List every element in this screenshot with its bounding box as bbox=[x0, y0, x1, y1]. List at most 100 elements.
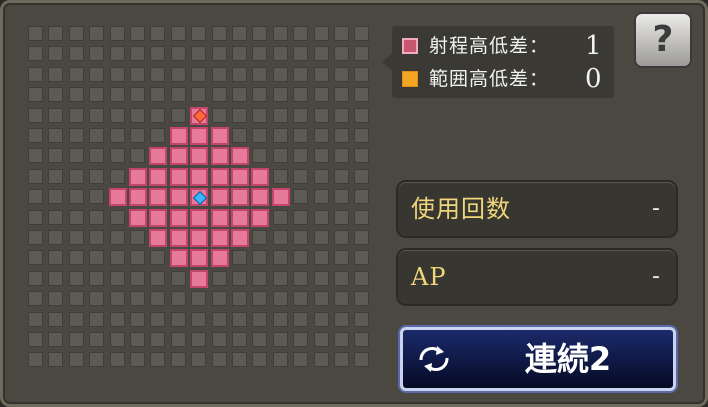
grid-tile bbox=[232, 26, 247, 41]
area-height-value: 0 bbox=[585, 64, 602, 94]
grid-tile bbox=[272, 26, 288, 41]
grid-tile bbox=[109, 352, 125, 368]
range-tile bbox=[129, 167, 147, 186]
grid-tile bbox=[354, 291, 370, 307]
grid-tile bbox=[252, 291, 268, 307]
grid-tile bbox=[293, 148, 309, 164]
grid-tile bbox=[109, 46, 125, 62]
grid-tile bbox=[130, 352, 145, 368]
grid-tile bbox=[48, 250, 64, 266]
chain-button[interactable]: 連続2 bbox=[400, 327, 676, 391]
grid-tile bbox=[48, 107, 64, 123]
grid-tile bbox=[232, 87, 247, 103]
grid-tile bbox=[313, 352, 329, 368]
range-tile bbox=[169, 249, 188, 268]
grid-tile bbox=[232, 332, 247, 347]
grid-tile bbox=[109, 26, 125, 41]
grid-tile bbox=[354, 128, 370, 143]
height-legend: 射程高低差： 1 範囲高低差： 0 bbox=[382, 26, 614, 98]
grid-tile bbox=[109, 107, 125, 123]
grid-tile bbox=[109, 270, 125, 286]
range-tile bbox=[129, 208, 147, 227]
grid-tile bbox=[109, 250, 125, 266]
range-height-label: 射程高低差： bbox=[429, 35, 550, 57]
grid-tile bbox=[89, 148, 105, 164]
grid-tile bbox=[150, 311, 166, 327]
grid-tile bbox=[293, 189, 309, 205]
grid-tile bbox=[334, 26, 349, 41]
grid-tile bbox=[252, 26, 268, 41]
grid-tile bbox=[28, 311, 43, 327]
range-tile bbox=[210, 208, 229, 227]
grid-tile bbox=[232, 250, 247, 266]
range-tile bbox=[210, 229, 229, 247]
grid-tile bbox=[334, 352, 349, 368]
range-tile bbox=[231, 208, 249, 227]
grid-tile bbox=[28, 107, 43, 123]
grid-tile bbox=[272, 291, 288, 307]
grid-tile bbox=[272, 332, 288, 347]
grid-tile bbox=[28, 209, 43, 225]
grid-tile bbox=[232, 311, 247, 327]
grid-tile bbox=[354, 46, 370, 62]
grid-tile bbox=[89, 311, 105, 327]
grid-tile bbox=[354, 332, 370, 347]
usage-count-label: 使用回数 bbox=[411, 195, 511, 223]
grid-tile bbox=[293, 46, 309, 62]
grid-tile bbox=[109, 209, 125, 225]
usage-count-row: 使用回数 - bbox=[396, 180, 678, 238]
grid-tile bbox=[48, 311, 64, 327]
range-tile bbox=[190, 269, 209, 288]
range-tile bbox=[251, 208, 270, 227]
range-tile bbox=[210, 127, 229, 145]
grid-tile bbox=[313, 250, 329, 266]
grid-tile bbox=[130, 250, 145, 266]
range-tile bbox=[190, 249, 209, 268]
grid-tile bbox=[272, 46, 288, 62]
grid-tile bbox=[293, 311, 309, 327]
range-height-value: 1 bbox=[585, 31, 602, 61]
grid-tile bbox=[130, 230, 145, 245]
grid-tile bbox=[48, 26, 64, 41]
grid-tile bbox=[109, 291, 125, 307]
grid-tile bbox=[293, 230, 309, 245]
grid-tile bbox=[354, 250, 370, 266]
grid-tile bbox=[89, 107, 105, 123]
grid-tile bbox=[28, 26, 43, 41]
grid-tile bbox=[313, 66, 329, 82]
grid-tile bbox=[334, 66, 349, 82]
grid-tile bbox=[211, 66, 227, 82]
grid-tile bbox=[334, 46, 349, 62]
range-tile bbox=[251, 167, 270, 186]
grid-tile bbox=[293, 270, 309, 286]
grid-tile bbox=[313, 311, 329, 327]
grid-tile bbox=[170, 332, 186, 347]
range-tile bbox=[190, 127, 209, 145]
grid-tile bbox=[232, 270, 247, 286]
grid-tile bbox=[170, 291, 186, 307]
grid-tile bbox=[68, 26, 84, 41]
grid-tile bbox=[191, 26, 207, 41]
grid-tile bbox=[334, 148, 349, 164]
grid-tile bbox=[89, 230, 105, 245]
grid-tile bbox=[109, 87, 125, 103]
grid-tile bbox=[211, 46, 227, 62]
grid-tile bbox=[354, 107, 370, 123]
grid-tile bbox=[28, 87, 43, 103]
grid-tile bbox=[150, 107, 166, 123]
grid-tile bbox=[68, 148, 84, 164]
grid-tile bbox=[293, 332, 309, 347]
range-tile bbox=[190, 167, 209, 186]
grid-tile bbox=[28, 128, 43, 143]
range-tile bbox=[169, 188, 188, 207]
grid-tile bbox=[68, 352, 84, 368]
question-icon: ? bbox=[652, 19, 674, 60]
grid-tile bbox=[293, 87, 309, 103]
grid-tile bbox=[354, 189, 370, 205]
range-tile bbox=[190, 147, 209, 166]
range-tile bbox=[149, 208, 168, 227]
grid-tile bbox=[130, 66, 145, 82]
grid-tile bbox=[334, 250, 349, 266]
grid-tile bbox=[150, 270, 166, 286]
help-button[interactable]: ? bbox=[634, 12, 692, 68]
